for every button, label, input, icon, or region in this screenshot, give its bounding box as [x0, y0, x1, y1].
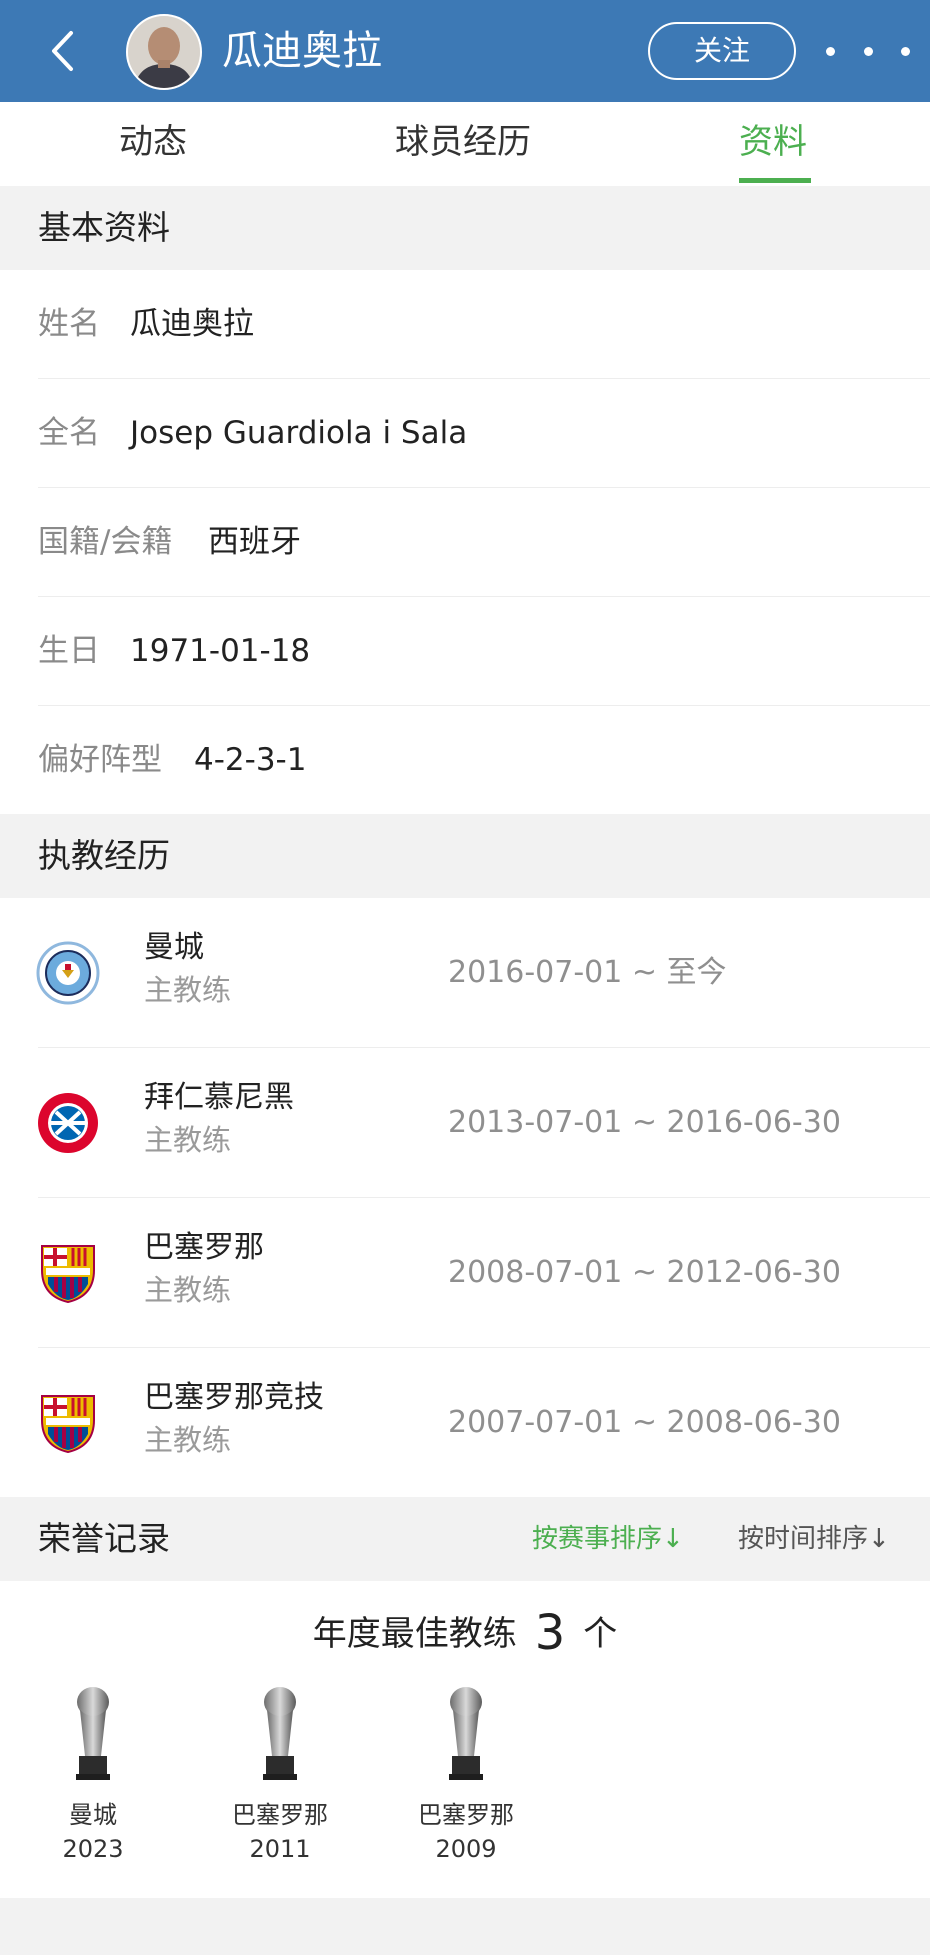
person-photo-icon: [128, 16, 200, 88]
info-row-birthday: 生日 1971-01-18: [0, 597, 930, 706]
tenure-dates: 2007-07-01 ~ 2008-06-30: [448, 1405, 841, 1440]
trophy-icon: [449, 1687, 483, 1780]
active-tab-indicator: [739, 178, 811, 183]
more-dot-icon: [863, 46, 873, 56]
barcelona-logo-icon: [41, 1395, 95, 1454]
info-row-name: 姓名 瓜迪奥拉: [0, 270, 930, 379]
coach-role: 主教练: [144, 1273, 232, 1307]
trophy-icon: [263, 1687, 297, 1780]
avatar[interactable]: [126, 14, 202, 90]
info-key: 生日: [38, 633, 100, 669]
tenure-dates: 2013-07-01 ~ 2016-06-30: [448, 1105, 841, 1140]
club-name: 巴塞罗那: [144, 1230, 264, 1265]
section-title: 荣誉记录: [38, 1519, 170, 1558]
info-key: 偏好阵型: [38, 742, 162, 778]
tab-bar: 动态 球员经历 资料: [0, 102, 930, 187]
award-unit: 个: [583, 1614, 618, 1654]
chevron-left-icon: [52, 31, 73, 71]
trophy-icon: [76, 1687, 110, 1780]
trophy-year: 2023: [62, 1835, 124, 1863]
more-options-button[interactable]: [826, 38, 910, 64]
coaching-row[interactable]: 巴塞罗那竞技 主教练 2007-07-01 ~ 2008-06-30: [0, 1348, 930, 1498]
info-value: 瓜迪奥拉: [130, 306, 254, 342]
man-city-logo-icon: [36, 941, 100, 1005]
info-value: Josep Guardiola i Sala: [130, 415, 468, 451]
award-summary: 年度最佳教练 3 个: [0, 1598, 930, 1668]
tab-player-career[interactable]: 球员经历: [395, 102, 531, 186]
info-value: 西班牙: [208, 524, 301, 560]
club-name: 巴塞罗那竞技: [144, 1380, 324, 1415]
more-dot-icon: [901, 46, 910, 56]
info-value: 1971-01-18: [130, 633, 311, 669]
barcelona-logo-icon: [41, 1245, 95, 1304]
sort-by-time-button[interactable]: 按时间排序↓: [738, 1497, 890, 1581]
info-value: 4-2-3-1: [194, 742, 307, 778]
section-title: 执教经历: [38, 836, 170, 875]
coach-role: 主教练: [144, 973, 232, 1007]
info-row-full-name: 全名 Josep Guardiola i Sala: [0, 379, 930, 488]
award-count: 3: [534, 1605, 566, 1661]
trophy-item[interactable]: 巴塞罗那 2009: [391, 1686, 541, 1866]
bayern-logo-icon: [38, 1093, 98, 1153]
follow-button[interactable]: 关注: [648, 22, 796, 80]
coaching-row[interactable]: 曼城 主教练 2016-07-01 ~ 至今: [0, 898, 930, 1048]
coach-role: 主教练: [144, 1123, 232, 1157]
club-name: 拜仁慕尼黑: [144, 1080, 294, 1115]
tenure-dates: 2016-07-01 ~ 至今: [448, 955, 727, 990]
trophy-year: 2011: [249, 1835, 311, 1863]
back-button[interactable]: [42, 28, 82, 74]
trophy-year: 2009: [435, 1835, 497, 1863]
info-row-nationality: 国籍/会籍 西班牙: [0, 488, 930, 597]
tenure-dates: 2008-07-01 ~ 2012-06-30: [448, 1255, 841, 1290]
award-name: 年度最佳教练: [312, 1614, 517, 1654]
sort-by-event-button[interactable]: 按赛事排序↓: [532, 1497, 684, 1581]
page-title: 瓜迪奥拉: [222, 28, 382, 74]
section-title: 基本资料: [38, 208, 170, 247]
tab-profile[interactable]: 资料: [739, 102, 807, 186]
trophy-club: 曼城: [69, 1801, 117, 1829]
info-key: 全名: [38, 415, 100, 451]
coach-role: 主教练: [144, 1423, 232, 1457]
coaching-row[interactable]: 巴塞罗那 主教练 2008-07-01 ~ 2012-06-30: [0, 1198, 930, 1348]
coaching-header: 执教经历: [0, 814, 930, 898]
tab-news[interactable]: 动态: [119, 102, 187, 186]
info-key: 姓名: [38, 306, 100, 342]
club-name: 曼城: [144, 930, 204, 965]
more-dot-icon: [826, 46, 835, 56]
section-divider-bar: [0, 1898, 930, 1955]
top-bar: 瓜迪奥拉 关注: [0, 0, 930, 102]
honors-header: 荣誉记录 按赛事排序↓ 按时间排序↓: [0, 1497, 930, 1581]
coaching-row[interactable]: 拜仁慕尼黑 主教练 2013-07-01 ~ 2016-06-30: [0, 1048, 930, 1198]
trophy-item[interactable]: 巴塞罗那 2011: [205, 1686, 355, 1866]
trophy-club: 巴塞罗那: [418, 1801, 514, 1829]
info-row-formation: 偏好阵型 4-2-3-1: [0, 706, 930, 815]
info-key: 国籍/会籍: [38, 524, 173, 560]
trophy-item[interactable]: 曼城 2023: [18, 1686, 168, 1866]
trophy-club: 巴塞罗那: [232, 1801, 328, 1829]
basic-info-header: 基本资料: [0, 186, 930, 270]
